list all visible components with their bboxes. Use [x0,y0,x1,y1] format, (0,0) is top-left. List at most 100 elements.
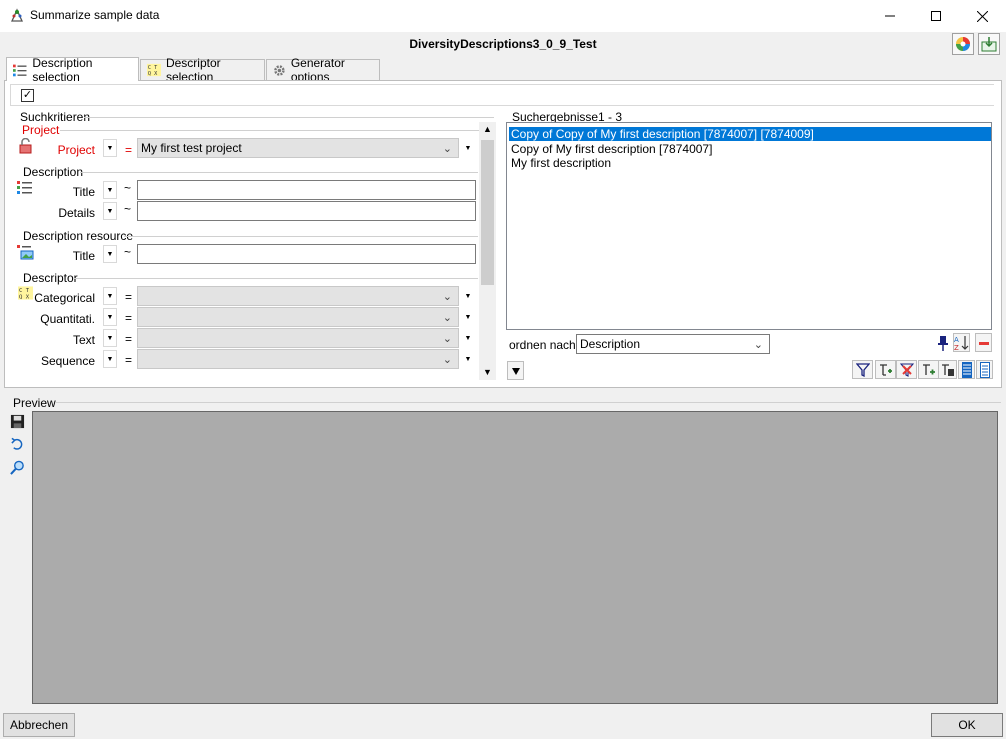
export-button[interactable] [978,33,1000,55]
group-border [84,117,494,118]
quantitative-options-dropdown[interactable]: ▼ [103,308,117,326]
descriptor-categorical-label: Categorical [34,291,95,305]
section-divider [60,130,480,131]
chevron-down-icon: ▼ [464,334,472,342]
details-options-dropdown[interactable]: ▼ [103,202,117,220]
list-all-icon [961,361,972,378]
tab-generator-options[interactable]: Generator options [266,56,380,84]
title-bar: Summarize sample data [0,0,1006,32]
title-options-dropdown[interactable]: ▼ [103,181,117,199]
project-select[interactable]: My first test project ⌄ [137,138,459,158]
list-item[interactable]: My first description [509,156,991,170]
sequence-select[interactable]: ⌄ [137,349,459,369]
tab-descriptor-selection[interactable]: C T Q X Descriptor selection [140,56,265,84]
project-options-dropdown[interactable]: ▼ [103,139,117,157]
save-icon [10,414,25,429]
filter-icon [855,362,870,377]
search-criteria-scrollbar[interactable]: ▲ ▼ [479,122,496,380]
project-extra-dropdown[interactable]: ▼ [461,139,475,157]
chevron-down-icon: ▼ [464,144,472,152]
description-list-icon [13,64,27,76]
scroll-down-icon[interactable]: ▼ [479,367,496,377]
title-operator: ~ [124,181,132,195]
remove-button[interactable] [975,333,992,352]
undo-button[interactable] [10,437,25,454]
quantitative-select[interactable]: ⌄ [137,307,459,327]
toolbar-row [10,84,994,106]
chevron-down-icon: ▼ [106,355,114,363]
quantitative-extra-dropdown[interactable]: ▼ [461,308,475,326]
cancel-button[interactable]: Abbrechen [3,713,75,737]
chevron-down-icon: ⌄ [753,339,763,351]
sort-button[interactable]: A Z [953,333,970,352]
list-delete-button[interactable] [938,360,957,379]
sequence-options-dropdown[interactable]: ▼ [103,350,117,368]
search-results-list[interactable]: Copy of Copy of My first description [78… [506,122,992,330]
sequence-extra-dropdown[interactable]: ▼ [461,350,475,368]
resource-title-input[interactable] [137,244,476,264]
scrollbar-thumb[interactable] [481,140,494,285]
categorical-options-dropdown[interactable]: ▼ [103,287,117,305]
add-list-button[interactable] [918,360,939,379]
chevron-down-icon: ⌄ [442,354,452,366]
details-operator: ~ [124,202,132,216]
search-icon [10,460,24,475]
preview-border [56,402,1001,403]
select-all-button[interactable] [958,360,975,379]
project-label: Project [57,143,95,157]
preview-area[interactable] [32,411,998,704]
save-button[interactable] [10,414,25,432]
text-options-dropdown[interactable]: ▼ [103,329,117,347]
chevron-down-icon: ▼ [106,186,114,194]
close-button[interactable] [959,0,1005,32]
tab-description-selection[interactable]: Description selection [6,56,139,84]
filter-button[interactable] [852,360,873,379]
gear-icon [274,64,285,76]
search-criteria-title: Suchkritieren [20,110,91,124]
list-delete-icon [941,363,954,376]
triangle-down-icon [511,367,520,375]
descriptor-sequence-label: Sequence [40,354,95,368]
pin-button[interactable] [934,333,951,352]
scroll-up-icon[interactable]: ▲ [479,124,496,134]
order-by-label: ordnen nach: [509,338,580,352]
description-title-input[interactable] [137,180,476,200]
ok-button[interactable]: OK [931,713,1003,737]
select-checkbox[interactable]: ✓ [21,89,34,102]
order-by-value: Description [580,337,641,351]
description-details-input[interactable] [137,201,476,221]
pin-icon [937,335,948,351]
svg-text:A: A [954,336,959,344]
list-view-button[interactable] [976,360,993,379]
project-value: My first test project [141,141,242,155]
chevron-down-icon: ▼ [106,334,114,342]
database-name: DiversityDescriptions3_0_9_Test [409,37,597,51]
resource-title-options-dropdown[interactable]: ▼ [103,245,117,263]
zoom-button[interactable] [10,460,25,478]
project-heading: Project [22,123,60,137]
add-to-list-button[interactable] [875,360,896,379]
expand-search-button[interactable] [507,361,524,380]
resource-title-label: Title [72,249,95,263]
categorical-extra-dropdown[interactable]: ▼ [461,287,475,305]
order-by-select[interactable]: Description ⌄ [576,334,770,354]
descriptor-heading: Descriptor [23,271,78,285]
text-operator: = [125,332,133,346]
chevron-down-icon: ▼ [464,292,472,300]
categorical-operator: = [125,290,133,304]
categorical-select[interactable]: ⌄ [137,286,459,306]
maximize-button[interactable] [913,0,959,32]
chevron-down-icon: ⌄ [442,312,452,324]
app-icon [9,7,25,23]
color-settings-button[interactable] [952,33,974,55]
resource-title-operator: ~ [124,245,132,259]
list-item[interactable]: Copy of Copy of My first description [78… [509,127,991,141]
chevron-down-icon: ▼ [106,207,114,215]
text-select[interactable]: ⌄ [137,328,459,348]
list-item[interactable]: Copy of My first description [7874007] [509,142,991,156]
descriptor-text-label: Text [72,333,95,347]
remove-from-list-button[interactable] [896,360,917,379]
chevron-down-icon: ▼ [106,144,114,152]
text-extra-dropdown[interactable]: ▼ [461,329,475,347]
minimize-button[interactable] [867,0,913,32]
